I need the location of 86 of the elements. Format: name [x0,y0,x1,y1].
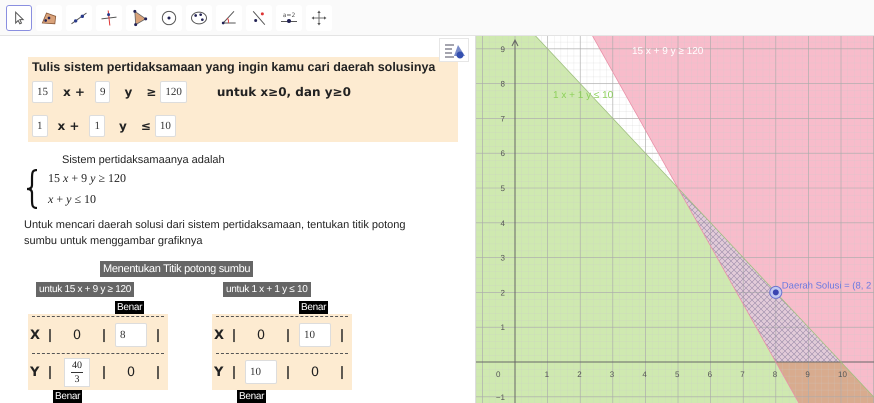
line-tool-button[interactable] [66,4,92,30]
relation-sign: ≤ [140,119,151,133]
constant-field[interactable]: 120 [160,81,187,103]
constant-field[interactable]: 10 [154,115,176,137]
y-tick-label: −1 [496,392,505,402]
separator-mark: | [230,328,238,342]
y-tick-label: 7 [500,114,505,124]
arrow-cursor-tool-button[interactable] [6,4,32,30]
y-tick-label: 9 [500,44,505,54]
angle-tool-button[interactable] [216,4,242,30]
separator-mark: | [100,364,108,380]
y-tick-label: 5 [500,184,505,193]
y-tick-label: 3 [500,254,505,263]
variable-label: x + [58,119,80,133]
graphics-style-icon[interactable] [439,38,469,62]
polygon-tool-button[interactable] [36,4,62,30]
x-tick-label: 3 [610,370,614,379]
x-tick-label: 6 [708,370,712,379]
axis-label: X [214,328,226,342]
value-text: 0 [256,328,266,342]
x-tick-label: 5 [675,370,680,379]
separator-mark: | [46,364,54,380]
x-tick-label: 1 [544,370,550,379]
coefficient-field[interactable]: 1 [32,115,48,137]
inequality-formula: 15 x + 9 y ≥ 120 [48,171,126,186]
y-tick-label: 2 [500,288,505,298]
section-label: Menentukan Titik potong sumbu [100,261,254,277]
x-tick-label: 2 [577,370,582,379]
separator-mark: | [338,328,346,342]
answer-field[interactable]: 10 [245,360,277,384]
y-tick-label: 4 [500,218,505,228]
x-tick-label: 9 [805,370,810,379]
answer-field[interactable]: 40 3 [64,358,90,386]
separator-mark: | [154,364,162,380]
perpendicular-line-icon [99,8,119,28]
value-text: 0 [310,364,320,380]
perpendicular-line-tool-button[interactable] [96,4,122,30]
ellipse-tool-button[interactable] [186,4,212,30]
axis-label: X [30,328,42,342]
point-label: Daerah Solusi = (8, 2 [782,280,872,292]
separator-mark: | [46,328,54,342]
reflect-tool-button[interactable] [246,4,272,30]
move-view-tool-button[interactable] [306,4,332,30]
separator-mark: | [284,364,292,380]
coefficient-field[interactable]: 15 [32,81,53,103]
variable-label: x + [63,85,85,99]
feedback-label: Benar [53,390,82,403]
y-tick-label: 6 [500,149,505,158]
circle-tool-button[interactable] [156,4,182,30]
condition-note: untuk x≥0, dan y≥0 [216,85,351,99]
variable-label: y [118,119,127,133]
inequality-label: untuk 1 x + 1 y ≤ 10 [223,282,310,297]
system-caption: Sistem pertidaksamaanya adalah [62,154,226,166]
inequality-label: 15 x + 9 y ≥ 120 [632,46,704,57]
separator-mark: | [338,364,346,380]
feedback-label: Benar [237,390,266,403]
separator-mark: | [284,328,292,342]
separator-mark: | [100,328,108,342]
axis-label: Y [214,364,224,380]
x-tick-label: 7 [740,370,745,379]
y-tick-label: 1 [500,323,505,332]
coefficient-field[interactable]: 9 [94,81,110,103]
brace-icon [26,169,38,209]
answer-field[interactable]: 10 [299,323,331,347]
panel-title: Tulis sistem pertidaksamaan yang ingin kamu cari daerah solusinya [32,59,436,75]
value-text: 0 [72,328,82,342]
instruction-text: Untuk mencari daerah solusi dari sistem pertidaksamaan, tentukan titik potong sumbu untuk menggambar grafiknya [24,218,407,249]
x-tick-label: 8 [772,370,778,379]
separator-mark: | [230,364,238,380]
x-tick-label: 10 [838,370,847,379]
answer-field[interactable]: 8 [115,323,147,347]
y-tick-label: 8 [500,80,505,89]
triangle-tool-button[interactable] [126,4,152,30]
solution-point[interactable] [769,286,782,299]
inequality-formula: x + y ≤ 10 [48,192,98,207]
axis-label: Y [30,364,40,380]
relation-sign: ≥ [146,85,156,99]
inequality-label: untuk 15 x + 9 y ≥ 120 [36,282,134,297]
separator-mark: | [154,328,162,342]
x-tick-label: 0 [496,370,500,379]
feedback-label: Benar [115,301,144,314]
coefficient-field[interactable]: 1 [89,115,105,137]
value-text: 0 [126,364,136,380]
feedback-label: Benar [299,301,328,314]
x-tick-label: 4 [642,370,647,379]
variable-label: y [124,85,132,99]
